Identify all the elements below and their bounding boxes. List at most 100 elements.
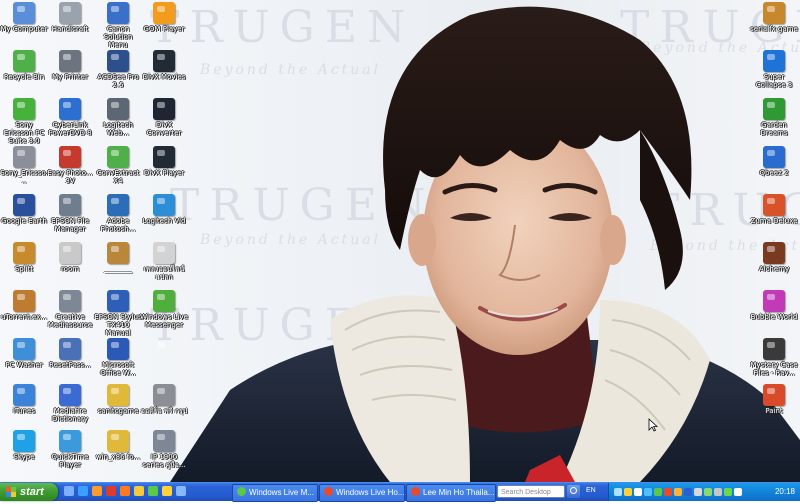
desktop-icon[interactable]: PC Washer bbox=[0, 338, 48, 369]
desktop-icon[interactable]: Windows Live Messenger bbox=[140, 290, 188, 329]
desktop-icon[interactable]: Super Collapse 3 bbox=[750, 50, 798, 89]
game-icon bbox=[763, 194, 785, 216]
desktop-icon[interactable]: iTunes bbox=[0, 384, 48, 415]
desktop-icon[interactable]: Qbeez 2 bbox=[750, 146, 798, 177]
desktop-icon[interactable]: เพลงออนไลน์ แปลก bbox=[140, 242, 188, 281]
desktop-icon[interactable]: ConvExtract X4 bbox=[94, 146, 142, 185]
language-indicator[interactable]: EN bbox=[586, 487, 596, 494]
tray-phone-icon[interactable] bbox=[704, 488, 712, 496]
desktop-icon[interactable]: uTorrent.ex... bbox=[0, 290, 48, 321]
desktop-icon[interactable]: Sony_Ericsso... bbox=[0, 146, 48, 185]
desktop-icon[interactable]: ________ bbox=[94, 242, 142, 273]
desktop-icon[interactable]: IP 1900 series คู่มือ... bbox=[140, 430, 188, 469]
desktop-icon[interactable]: My Printer bbox=[46, 50, 94, 81]
ie-icon[interactable] bbox=[78, 486, 88, 496]
desktop-icon[interactable]: Logitech Web... bbox=[94, 98, 142, 137]
emoticon-icon[interactable] bbox=[162, 486, 172, 496]
desktop-icon[interactable]: Recycle Bin bbox=[0, 50, 48, 81]
desktop-icon[interactable]: Bubble World bbox=[750, 290, 798, 321]
search-icon[interactable] bbox=[567, 485, 580, 498]
desktop-icon[interactable]: Handicraft bbox=[46, 2, 94, 33]
acdsee-icon bbox=[107, 50, 129, 72]
desktop-icon-label: Qbeez 2 bbox=[759, 169, 789, 177]
tray-bluetooth-icon[interactable] bbox=[684, 488, 692, 496]
desktop-icon[interactable]: CyberLink PowerDVD 8 bbox=[46, 98, 94, 137]
tray-volume-icon[interactable] bbox=[634, 488, 642, 496]
desktop-icon[interactable]: serialfx game bbox=[750, 2, 798, 33]
messenger-icon[interactable] bbox=[148, 486, 158, 496]
desktop-icon[interactable]: Adobe Photosh... bbox=[94, 194, 142, 233]
mouse-cursor-icon bbox=[648, 418, 658, 432]
tray-messenger-icon[interactable] bbox=[654, 488, 662, 496]
desktop-icon[interactable]: Garden Dreams bbox=[750, 98, 798, 137]
desktop-icon[interactable]: EPSON File Manager bbox=[46, 194, 94, 233]
search-desktop-input[interactable]: Search Desktop bbox=[497, 485, 565, 498]
desktop-icon[interactable]: Paint bbox=[750, 384, 798, 415]
firefox-icon[interactable] bbox=[120, 486, 130, 496]
desktop-icon[interactable]: Mystery Case Files - Rav... bbox=[750, 338, 798, 377]
desktop-icon[interactable]: DivX Converter bbox=[140, 98, 188, 137]
desktop-icon-label: Splitt bbox=[14, 265, 34, 273]
outlook-icon[interactable] bbox=[134, 486, 144, 496]
itunes-icon bbox=[13, 384, 35, 406]
desktop-icon-label: ออดิโอ ฟรี กรุป bbox=[140, 407, 188, 415]
desktop-icon-label: My Computer bbox=[0, 25, 48, 33]
tray-network-icon[interactable] bbox=[614, 488, 622, 496]
desktop-icon[interactable]: Easy Photo... 3V bbox=[46, 146, 94, 185]
desktop-icon[interactable]: Logitech Vid bbox=[140, 194, 188, 225]
desktop-icon[interactable]: Creative Mediasource bbox=[46, 290, 94, 329]
music-icon[interactable] bbox=[176, 486, 186, 496]
tray-display-icon[interactable] bbox=[714, 488, 722, 496]
clock[interactable]: 20:18 bbox=[775, 483, 795, 501]
tray-printer-icon[interactable] bbox=[694, 488, 702, 496]
start-button[interactable]: start bbox=[0, 483, 58, 501]
desktop-icon[interactable]: Zuma Deluxe bbox=[750, 194, 798, 225]
desktop-icon[interactable]: Alchemy bbox=[750, 242, 798, 273]
desktop-icon[interactable]: DivX Movies bbox=[140, 50, 188, 81]
document-icon bbox=[153, 242, 175, 264]
desktop-icon[interactable]: win_x86 fo... bbox=[94, 430, 142, 461]
tray-battery-icon[interactable] bbox=[724, 488, 732, 496]
game-icon bbox=[763, 2, 785, 24]
desktop-icon bbox=[140, 338, 188, 361]
tray-antivirus-icon[interactable] bbox=[664, 488, 672, 496]
desktop-icon[interactable]: QuickTime Player bbox=[46, 430, 94, 469]
desktop-icon-label: ConvExtract X4 bbox=[96, 169, 140, 185]
tray-clock-icon[interactable] bbox=[734, 488, 742, 496]
desktop-icon[interactable]: Google Earth bbox=[0, 194, 48, 225]
desktop-icon[interactable]: ออดิโอ ฟรี กรุป bbox=[140, 384, 188, 415]
audio-icon bbox=[153, 384, 175, 406]
tray-shield-icon[interactable] bbox=[624, 488, 632, 496]
folder-icon bbox=[107, 430, 129, 452]
desktop-icon[interactable]: My Computer bbox=[0, 2, 48, 33]
desktop-icon[interactable]: Splitt bbox=[0, 242, 48, 273]
desktop-icon[interactable]: room bbox=[46, 242, 94, 273]
desktop-icon-label: DivX Player bbox=[143, 169, 185, 177]
language-bar[interactable]: EN bbox=[582, 483, 608, 501]
media-player-icon[interactable] bbox=[92, 486, 102, 496]
desktop-icon-label: EPSON Stylus TX410 Manual bbox=[94, 313, 142, 337]
show-desktop-icon[interactable] bbox=[64, 486, 74, 496]
desktop-icon[interactable]: ACDSee Pro 2.5 bbox=[94, 50, 142, 89]
quicktime-icon bbox=[59, 430, 81, 452]
desktop-icon-label: room bbox=[60, 265, 80, 273]
taskbar-button[interactable]: Windows Live M... bbox=[232, 484, 318, 502]
acrobat-icon[interactable] bbox=[106, 486, 116, 496]
desktop-icon-label: Canon Solution Menu bbox=[103, 25, 133, 49]
taskbar-button[interactable]: Windows Live Ho... bbox=[319, 484, 405, 502]
desktop-icon[interactable]: GOM Player bbox=[140, 2, 188, 33]
game-icon bbox=[763, 146, 785, 168]
desktop-icon[interactable]: Sony Ericsson PC Suite 3.0 bbox=[0, 98, 48, 145]
desktop-icon[interactable]: Mediafire Dictionary bbox=[46, 384, 94, 423]
desktop-icon[interactable]: EPSON Stylus TX410 Manual bbox=[94, 290, 142, 337]
desktop-icon[interactable]: Canon Solution Menu bbox=[94, 2, 142, 49]
desktop-icon[interactable]: Microsoft Office W... bbox=[94, 338, 142, 377]
taskbar-button[interactable]: Lee Min Ho Thaila... bbox=[406, 484, 496, 502]
tray-skype-icon[interactable] bbox=[644, 488, 652, 496]
desktop-icon[interactable]: Skype bbox=[0, 430, 48, 461]
desktop-icon[interactable]: sanitcgame bbox=[94, 384, 142, 415]
desktop-icon[interactable]: DivX Player bbox=[140, 146, 188, 177]
tray-update-icon[interactable] bbox=[674, 488, 682, 496]
archive-icon bbox=[107, 242, 129, 264]
desktop-icon[interactable]: ResetPass... bbox=[46, 338, 94, 369]
